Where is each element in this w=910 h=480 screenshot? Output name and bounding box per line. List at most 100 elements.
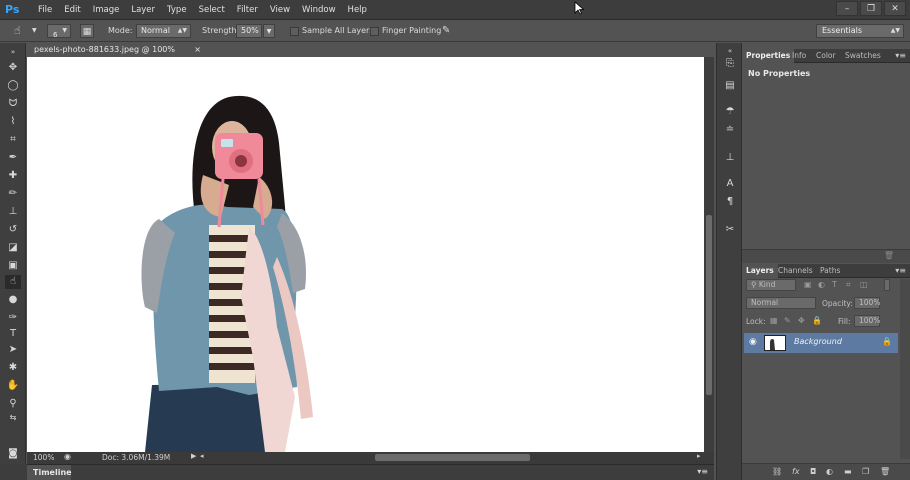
eyedropper-tool-icon[interactable]: ✒ [5,151,21,165]
menu-image[interactable]: Image [87,0,126,20]
actions-panel-icon[interactable]: ▤ [722,79,738,93]
clone-source-panel-icon[interactable]: ⊥ [722,151,738,165]
pressure-brush-icon[interactable]: ✎ [442,24,450,38]
fill-input[interactable]: 100% [854,315,880,327]
smudge-tool-preset-icon[interactable]: ☝ [14,24,21,38]
collapse-toolbar-icon[interactable]: » [5,45,21,59]
opacity-input[interactable]: 100% [854,297,880,309]
new-layer-icon[interactable]: ❐ [862,467,869,476]
document-canvas[interactable] [27,57,704,452]
quick-mask-icon[interactable]: ◙ [5,447,21,461]
menu-select[interactable]: Select [193,0,231,20]
panel-menu-icon[interactable]: ▾≡ [895,49,906,63]
status-info-icon[interactable]: ◉ [64,452,71,461]
filter-adjustment-layers-icon[interactable]: ◐ [818,280,825,289]
type-tool-icon[interactable]: T [5,327,21,341]
tab-properties[interactable]: Properties [742,49,795,63]
tab-layers[interactable]: Layers [742,264,778,278]
menu-layer[interactable]: Layer [125,0,161,20]
gradient-tool-icon[interactable]: ▣ [5,259,21,273]
lock-image-pixels-icon[interactable]: ✎ [784,316,791,325]
paragraph-panel-icon[interactable]: ¶ [722,195,738,209]
blend-mode-select[interactable]: Normal [746,297,816,309]
lasso-tool-icon[interactable]: ᗢ [5,97,21,111]
horizontal-scrollbar-thumb[interactable] [375,454,530,461]
history-brush-tool-icon[interactable]: ↺ [5,223,21,237]
tab-info[interactable]: Info [788,49,810,63]
scroll-left-icon[interactable]: ◂ [200,452,204,460]
tab-color[interactable]: Color [812,49,840,63]
adjustments-panel-icon[interactable]: ☂ [722,105,738,119]
zoom-tool-icon[interactable]: ⚲ [5,397,21,411]
restore-button[interactable]: ❐ [860,1,882,16]
link-layers-icon[interactable]: ⛓ [772,467,782,476]
lock-transparent-pixels-icon[interactable]: ▦ [770,316,778,325]
layer-row-background[interactable]: ◉ Background 🔒 [744,333,898,353]
filter-pixel-layers-icon[interactable]: ▣ [804,280,812,289]
brush-panel-toggle-icon[interactable]: ▦ [80,24,94,38]
new-group-folder-icon[interactable]: ▬ [844,467,852,476]
hand-tool-icon[interactable]: ✋ [5,379,21,393]
document-tab[interactable]: pexels-photo-881633.jpeg @ 100% (RGB/8) … [27,43,207,68]
menu-view[interactable]: View [264,0,296,20]
new-adjustment-layer-icon[interactable]: ◐ [826,467,833,476]
character-panel-icon[interactable]: A [722,177,738,191]
layer-style-fx-icon[interactable]: fx [792,467,800,476]
timeline-tab[interactable]: Timeline [27,465,72,480]
move-tool-icon[interactable]: ✥ [5,61,21,75]
vertical-scrollbar[interactable] [704,57,714,452]
trash-icon[interactable]: 🗑 [884,251,894,260]
tool-preset-dropdown-icon[interactable]: ▼ [32,24,37,38]
path-selection-tool-icon[interactable]: ➤ [5,343,21,357]
spot-healing-brush-icon[interactable]: ✚ [5,169,21,183]
workspace-select[interactable]: Essentials ▲▼ [816,24,904,38]
menu-file[interactable]: File [32,0,58,20]
minimize-button[interactable]: – [836,1,858,16]
tab-channels[interactable]: Channels [774,264,817,278]
custom-shape-tool-icon[interactable]: ✱ [5,361,21,375]
tab-swatches[interactable]: Swatches [841,49,885,63]
swap-colors-icon[interactable]: ⇆ [5,411,21,425]
layers-scrollbar[interactable] [900,279,910,459]
brush-presets-panel-icon[interactable]: ≐ [722,123,738,137]
filter-smart-objects-icon[interactable]: ◫ [860,280,868,289]
trash-icon[interactable]: 🗑 [880,467,890,476]
mode-select[interactable]: Normal ▲▼ [136,24,191,38]
smudge-tool-icon[interactable]: ☝ [5,275,21,289]
clone-stamp-tool-icon[interactable]: ⊥ [5,205,21,219]
close-window-button[interactable]: ✕ [884,1,906,16]
eraser-tool-icon[interactable]: ◪ [5,241,21,255]
filter-toggle-switch[interactable] [884,279,890,291]
lock-all-icon[interactable]: 🔒 [812,316,822,325]
sample-all-layers-checkbox[interactable] [290,27,299,36]
strength-slider-toggle[interactable]: ▼ [263,24,275,38]
scroll-right-icon[interactable]: ▸ [697,452,701,460]
strength-input[interactable]: 50% [236,24,262,38]
brush-tool-icon[interactable]: ✏ [5,187,21,201]
lock-position-icon[interactable]: ✥ [798,316,805,325]
filter-type-layers-icon[interactable]: T [832,280,837,289]
finger-painting-checkbox[interactable] [370,27,379,36]
close-document-button[interactable]: × [194,43,201,57]
menu-edit[interactable]: Edit [58,0,86,20]
quick-selection-tool-icon[interactable]: ⌇ [5,115,21,129]
dodge-tool-icon[interactable]: ● [5,293,21,307]
elliptical-marquee-tool-icon[interactable]: ◯ [5,79,21,93]
menu-filter[interactable]: Filter [231,0,264,20]
crop-tool-icon[interactable]: ⌗ [5,133,21,147]
tool-presets-panel-icon[interactable]: ✂ [722,223,738,237]
status-menu-arrow-icon[interactable]: ▶ [191,452,196,460]
zoom-level[interactable]: 100% [33,453,54,462]
menu-window[interactable]: Window [296,0,342,20]
expand-dock-icon[interactable]: « [722,44,738,58]
eye-visibility-icon[interactable]: ◉ [749,337,757,347]
menu-help[interactable]: Help [342,0,373,20]
layer-filter-kind-select[interactable]: ⚲ Kind [746,279,796,291]
history-panel-icon[interactable]: ⎘ [722,57,738,71]
menu-type[interactable]: Type [161,0,193,20]
add-layer-mask-icon[interactable]: ◘ [810,467,816,476]
pen-tool-icon[interactable]: ✑ [5,311,21,325]
brush-size-picker[interactable]: 6 ▼ [47,24,71,39]
panel-menu-icon[interactable]: ▾≡ [895,264,906,278]
tab-paths[interactable]: Paths [816,264,844,278]
